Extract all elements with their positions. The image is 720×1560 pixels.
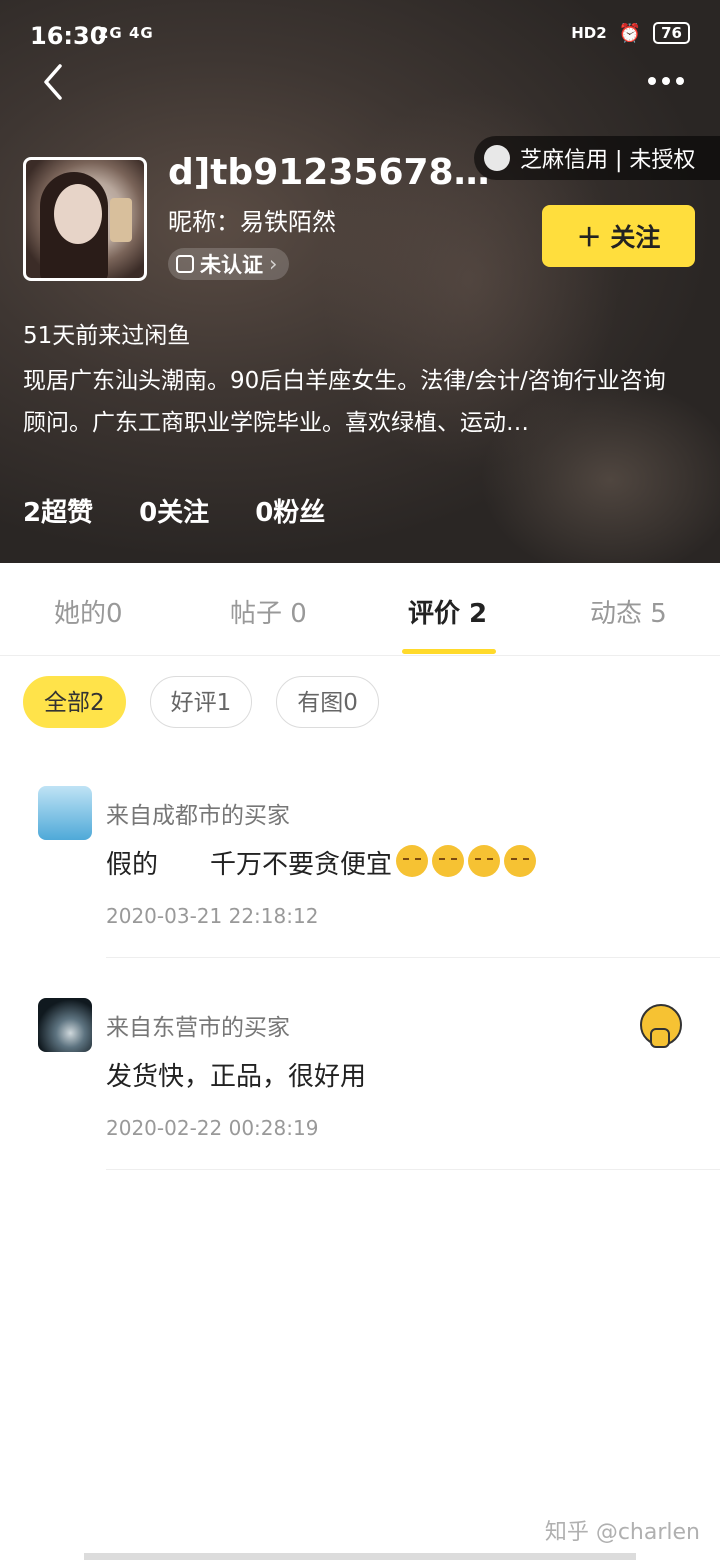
filter-positive[interactable]: 好评1 xyxy=(149,676,253,728)
active-tab-indicator xyxy=(402,649,496,654)
review-item[interactable]: 来自东营市的买家 发货快，正品，很好用 2020-02-22 00:28:19 xyxy=(0,998,720,1210)
pensive-face-icon xyxy=(396,845,429,877)
credit-label: 芝麻信用 | 未授权 xyxy=(520,148,696,173)
follow-button[interactable]: ＋ 关注 xyxy=(542,205,695,267)
profile-tabs: 她的0 帖子 0 评价 2 动态 5 xyxy=(0,563,720,656)
tab-reviews[interactable]: 评价 2 xyxy=(408,593,487,630)
status-right: HD2 ⏰ 76 xyxy=(571,22,690,44)
filter-with-images[interactable]: 有图0 xyxy=(276,676,379,728)
unverified-icon xyxy=(176,255,194,273)
profile-stats: 2超赞 0关注 0粉丝 xyxy=(23,492,325,529)
pensive-face-icon xyxy=(504,845,537,877)
review-date: 2020-03-21 22:18:12 xyxy=(106,904,319,928)
tab-hers[interactable]: 她的0 xyxy=(54,593,123,630)
watermark: 知乎 @charlen xyxy=(544,1520,700,1545)
pensive-face-icon xyxy=(468,845,501,877)
buyer-origin: 来自东营市的买家 xyxy=(106,1015,290,1041)
review-filters: 全部2 好评1 有图0 xyxy=(23,676,379,728)
status-time: 16:30 xyxy=(30,22,107,50)
thinking-face-icon xyxy=(640,1004,682,1048)
divider xyxy=(106,957,720,958)
pensive-face-icon xyxy=(432,845,465,877)
review-text: 假的 千万不要贪便宜 xyxy=(106,844,537,881)
verification-label: 未认证 xyxy=(200,253,263,277)
username: d]tb91235678… xyxy=(168,152,490,193)
more-options-icon[interactable] xyxy=(648,70,690,92)
status-bar: 16:30 2G 4G HD2 ⏰ 76 xyxy=(0,0,720,70)
bio-text[interactable]: 现居广东汕头潮南。90后白羊座女生。法律/会计/咨询行业咨询顾问。广东工商职业学… xyxy=(23,360,683,444)
avatar[interactable] xyxy=(23,157,147,281)
filter-all[interactable]: 全部2 xyxy=(23,676,126,728)
navigation-bar xyxy=(84,1553,636,1560)
verification-badge[interactable]: 未认证 › xyxy=(168,248,290,280)
buyer-origin: 来自成都市的买家 xyxy=(106,803,290,829)
tab-activity[interactable]: 动态 5 xyxy=(590,593,667,630)
credit-badge[interactable]: 芝麻信用 | 未授权 xyxy=(474,136,720,180)
battery-icon: 76 xyxy=(653,22,690,44)
chevron-right-icon: › xyxy=(269,252,278,276)
followers-count[interactable]: 0粉丝 xyxy=(255,492,325,529)
review-text: 发货快，正品，很好用 xyxy=(106,1062,367,1092)
signal-indicator: 2G 4G xyxy=(98,24,154,42)
buyer-avatar xyxy=(38,786,92,840)
nickname: 昵称：易铁陌然 xyxy=(168,208,336,236)
back-icon[interactable] xyxy=(36,62,76,102)
following-count[interactable]: 0关注 xyxy=(139,492,209,529)
likes-count[interactable]: 2超赞 xyxy=(23,492,93,529)
review-date: 2020-02-22 00:28:19 xyxy=(106,1116,319,1140)
last-visit-text: 51天前来过闲鱼 xyxy=(23,323,191,349)
profile-header: 16:30 2G 4G HD2 ⏰ 76 d]tb91235678… 昵称：易铁… xyxy=(0,0,720,563)
alarm-icon: ⏰ xyxy=(618,22,642,44)
tab-posts[interactable]: 帖子 0 xyxy=(230,593,307,630)
divider xyxy=(106,1169,720,1170)
buyer-avatar xyxy=(38,998,92,1052)
review-item[interactable]: 来自成都市的买家 假的 千万不要贪便宜 2020-03-21 22:18:12 xyxy=(0,786,720,998)
sesame-credit-icon xyxy=(484,145,510,171)
hd-indicator: HD2 xyxy=(571,24,607,42)
